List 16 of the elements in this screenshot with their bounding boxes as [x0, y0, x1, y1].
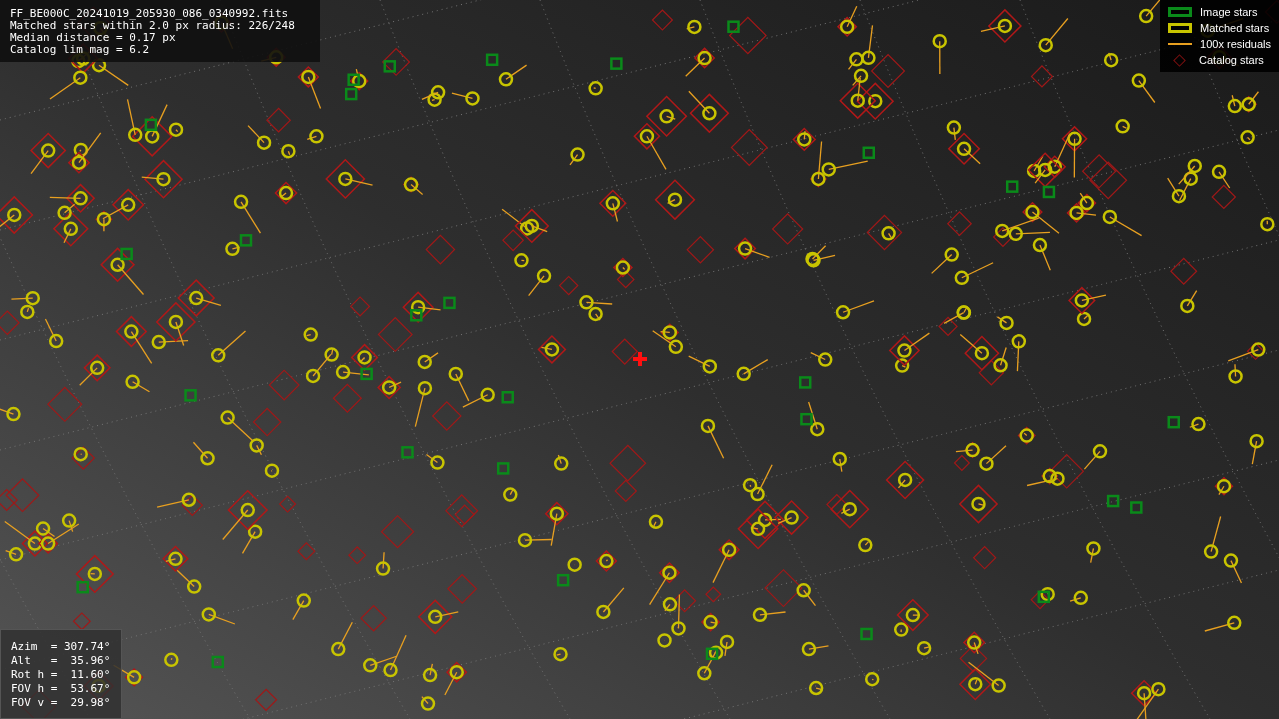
- legend-label: Matched stars: [1200, 20, 1270, 36]
- pointing-text: Azim = 307.74°: [11, 640, 111, 654]
- pointing-text: Rot h = 11.60°: [11, 668, 111, 682]
- pointing-text: Alt = 35.96°: [11, 654, 111, 668]
- info-text: FF_BE000C_20241019_205930_086_0340992.fits: [10, 8, 290, 20]
- legend-label: Catalog stars: [1199, 52, 1264, 68]
- line-icon: [1168, 43, 1193, 45]
- matched-star-swatch-icon: [1168, 23, 1193, 33]
- legend-label: 100x residuals: [1200, 36, 1271, 52]
- pointing-text: FOV h = 53.67°: [11, 682, 111, 696]
- info-text: Catalog lim mag = 6.2: [10, 44, 151, 56]
- info-text: Median distance = 0.17 px: [10, 32, 177, 44]
- image-star-swatch-icon: [1168, 7, 1193, 17]
- pointing-text: FOV v = 29.98°: [11, 696, 111, 710]
- legend-label: Image stars: [1200, 4, 1258, 20]
- info-text: Matched stars within 2.0 px radius: 226/248: [10, 20, 296, 32]
